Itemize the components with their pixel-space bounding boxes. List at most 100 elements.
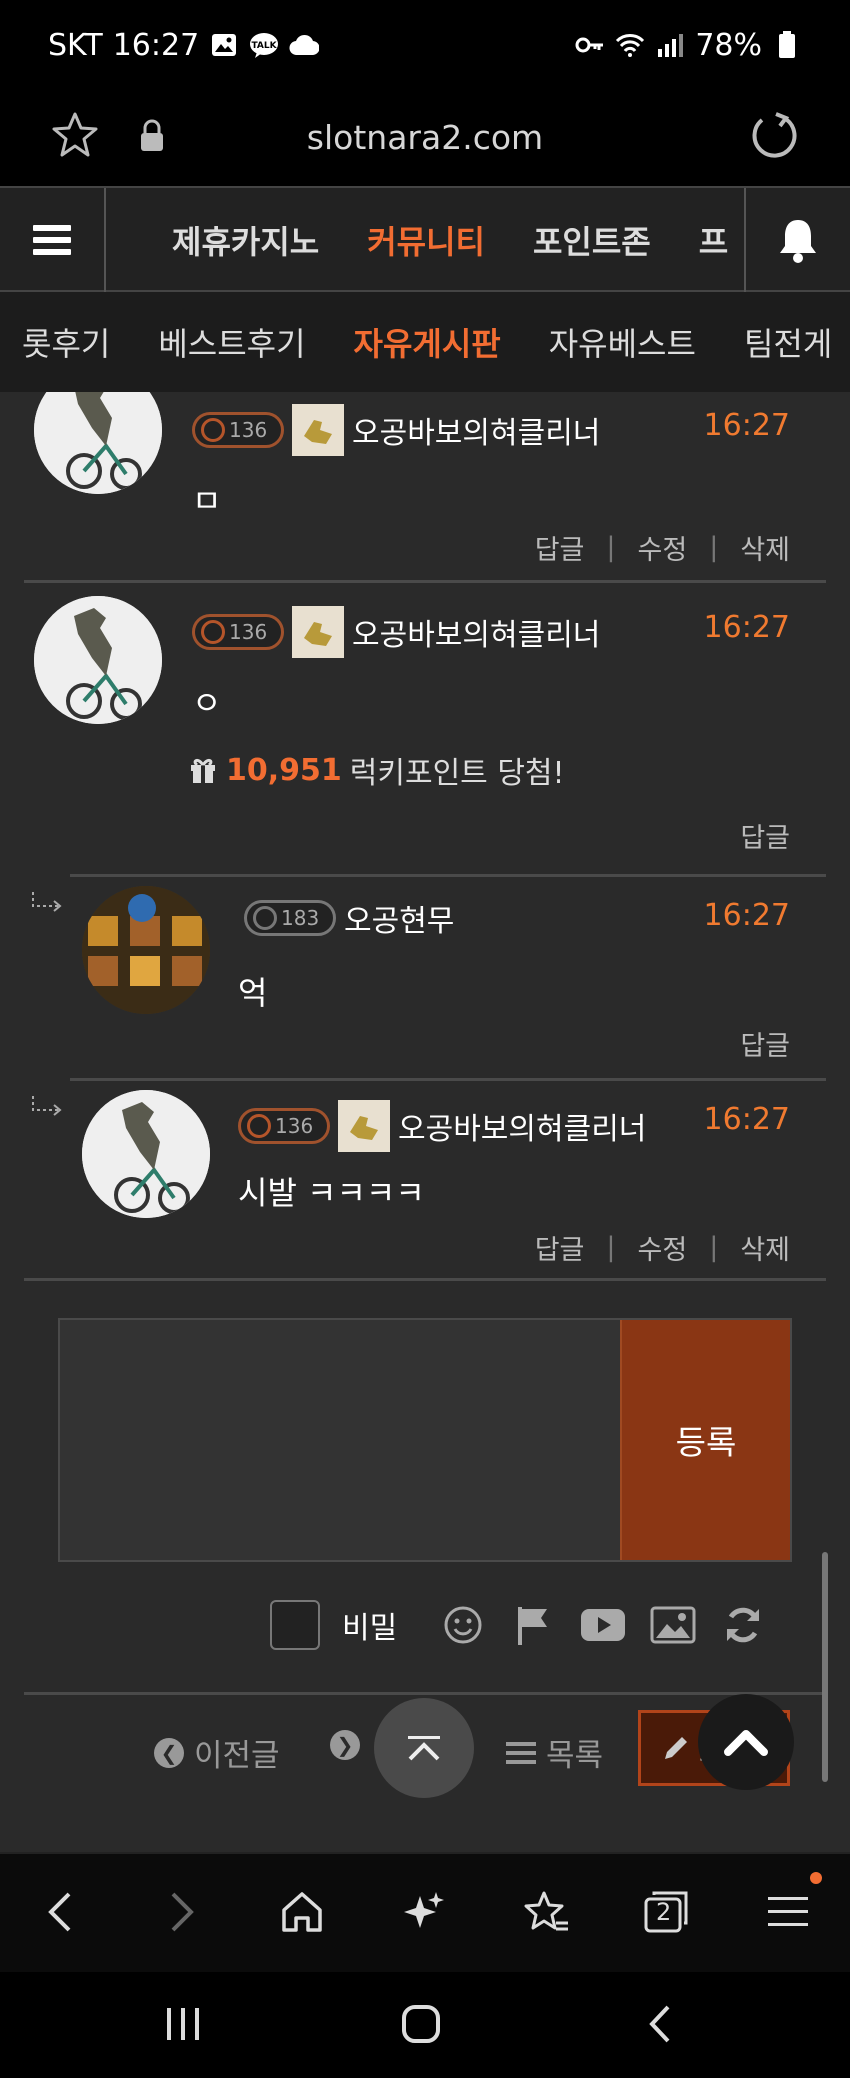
- scroll-top-button[interactable]: [374, 1698, 474, 1798]
- comment-section: 136 오공바보의혀클리너 16:27 ㅁ 답글 | 수정 | 삭제 136 오…: [0, 392, 850, 1852]
- tabs-icon[interactable]: 2: [636, 1882, 696, 1942]
- reply-arrow-icon: [30, 890, 64, 921]
- delete-button[interactable]: 삭제: [740, 1228, 790, 1267]
- page-up-button[interactable]: [698, 1694, 794, 1790]
- comment-text: 억: [238, 974, 268, 1012]
- level-badge: 136: [192, 412, 284, 448]
- cloud-icon: [289, 30, 320, 60]
- reply-button[interactable]: 답글: [740, 816, 790, 855]
- secret-checkbox[interactable]: [270, 1600, 320, 1650]
- browser-toolbar: 2: [0, 1852, 850, 1972]
- refresh-icon[interactable]: [719, 1604, 767, 1646]
- back-nav-icon[interactable]: [624, 1992, 694, 2056]
- svg-text:TALK: TALK: [252, 41, 278, 51]
- divider: [24, 1692, 826, 1695]
- image-icon[interactable]: [649, 1604, 697, 1646]
- reply-button[interactable]: 답글: [740, 1024, 790, 1063]
- reply-button[interactable]: 답글: [535, 528, 585, 567]
- divider: [70, 874, 826, 877]
- forward-icon[interactable]: [152, 1882, 212, 1942]
- rank-dino-icon: [292, 606, 344, 658]
- wifi-icon: [615, 30, 645, 60]
- comment-meta: 183 오공현무: [244, 896, 454, 940]
- comment-time: 16:27: [703, 610, 790, 645]
- main-nav: 제휴카지노 커뮤니티 포인트존 프: [0, 186, 850, 292]
- rank-dino-icon: [338, 1100, 390, 1152]
- main-nav-items: 제휴카지노 커뮤니티 포인트존 프: [106, 188, 744, 292]
- username[interactable]: 오공현무: [344, 896, 454, 940]
- chevron-right-icon: ❯: [330, 1730, 360, 1760]
- comment-meta: 136 오공바보의혀클리너: [192, 606, 600, 658]
- subnav-item-free-board[interactable]: 자유게시판: [330, 319, 525, 365]
- compose-tools: 비밀: [270, 1600, 767, 1650]
- list-icon: [506, 1741, 536, 1764]
- next-post-button[interactable]: ❯: [330, 1730, 360, 1760]
- emoji-icon[interactable]: [439, 1604, 487, 1646]
- secret-label: 비밀: [342, 1611, 398, 1646]
- comment-textarea[interactable]: [60, 1320, 622, 1560]
- comment-text: ㅁ: [192, 482, 222, 520]
- comment-actions: 답글: [740, 816, 790, 855]
- delete-button[interactable]: 삭제: [740, 528, 790, 567]
- browser-url-bar: slotnara2.com: [0, 90, 850, 186]
- reply-comment-item: 183 오공현무 16:27 억 답글: [0, 878, 850, 1078]
- bookmark-star-icon[interactable]: [50, 110, 100, 160]
- nav-item-community[interactable]: 커뮤니티: [343, 217, 509, 263]
- flag-icon[interactable]: [509, 1604, 557, 1646]
- youtube-icon[interactable]: [579, 1604, 627, 1646]
- action-separator: |: [606, 1232, 616, 1263]
- nav-item-point-zone[interactable]: 포인트존: [509, 217, 675, 263]
- comment-meta: 136 오공바보의혀클리너: [238, 1100, 646, 1152]
- carrier-label: SKT: [48, 27, 103, 63]
- comment-actions: 답글 | 수정 | 삭제: [535, 1228, 790, 1267]
- reply-arrow-icon: [30, 1094, 64, 1125]
- rank-dino-icon: [292, 404, 344, 456]
- nav-item-partner-casino[interactable]: 제휴카지노: [106, 217, 343, 263]
- divider: [24, 1278, 826, 1281]
- list-button[interactable]: 목록: [506, 1730, 603, 1775]
- action-separator: |: [709, 532, 719, 563]
- username[interactable]: 오공바보의혀클리너: [352, 408, 600, 452]
- action-separator: |: [606, 532, 616, 563]
- lucky-point-notice: 10,951 럭키포인트 당첨!: [188, 748, 565, 792]
- username[interactable]: 오공바보의혀클리너: [398, 1104, 646, 1148]
- lock-icon[interactable]: [138, 118, 166, 154]
- subnav-item-slot-review[interactable]: 롯후기: [0, 319, 134, 365]
- back-icon[interactable]: [30, 1882, 90, 1942]
- edit-button[interactable]: 수정: [638, 1228, 688, 1267]
- tabs-count: 2: [656, 1898, 672, 1926]
- nav-item-more[interactable]: 프: [675, 217, 744, 263]
- battery-icon: [772, 30, 802, 60]
- reload-icon[interactable]: [748, 110, 800, 162]
- submit-comment-button[interactable]: 등록: [620, 1320, 790, 1560]
- subnav-item-team-board[interactable]: 팀전게: [720, 319, 850, 365]
- system-navigation-bar: [0, 1972, 850, 2078]
- scrollbar[interactable]: [822, 1552, 828, 1782]
- subnav-item-free-best[interactable]: 자유베스트: [525, 319, 720, 365]
- divider: [70, 1078, 826, 1081]
- hamburger-menu-button[interactable]: [0, 188, 106, 292]
- browser-menu-icon[interactable]: [758, 1882, 818, 1942]
- list-label: 목록: [546, 1738, 604, 1774]
- avatar[interactable]: [82, 1090, 210, 1218]
- level-badge: 136: [192, 614, 284, 650]
- avatar[interactable]: [34, 392, 162, 494]
- username[interactable]: 오공바보의혀클리너: [352, 610, 600, 654]
- avatar[interactable]: [34, 596, 162, 724]
- avatar[interactable]: [82, 886, 210, 1014]
- edit-button[interactable]: 수정: [638, 528, 688, 567]
- sparkle-icon[interactable]: [394, 1882, 454, 1942]
- url-text[interactable]: slotnara2.com: [0, 90, 850, 186]
- bookmarks-icon[interactable]: [516, 1882, 576, 1942]
- home-icon[interactable]: [272, 1882, 332, 1942]
- prev-post-button[interactable]: ❮ 이전글: [154, 1730, 280, 1775]
- arrow-up-icon: [408, 1736, 440, 1761]
- gift-icon: [191, 758, 215, 783]
- comment-actions: 답글: [740, 1024, 790, 1063]
- home-nav-icon[interactable]: [386, 1992, 456, 2056]
- reply-button[interactable]: 답글: [535, 1228, 585, 1267]
- subnav-item-best-review[interactable]: 베스트후기: [134, 319, 329, 365]
- action-separator: |: [709, 1232, 719, 1263]
- notification-button[interactable]: [744, 188, 850, 292]
- recents-icon[interactable]: [148, 1992, 218, 2056]
